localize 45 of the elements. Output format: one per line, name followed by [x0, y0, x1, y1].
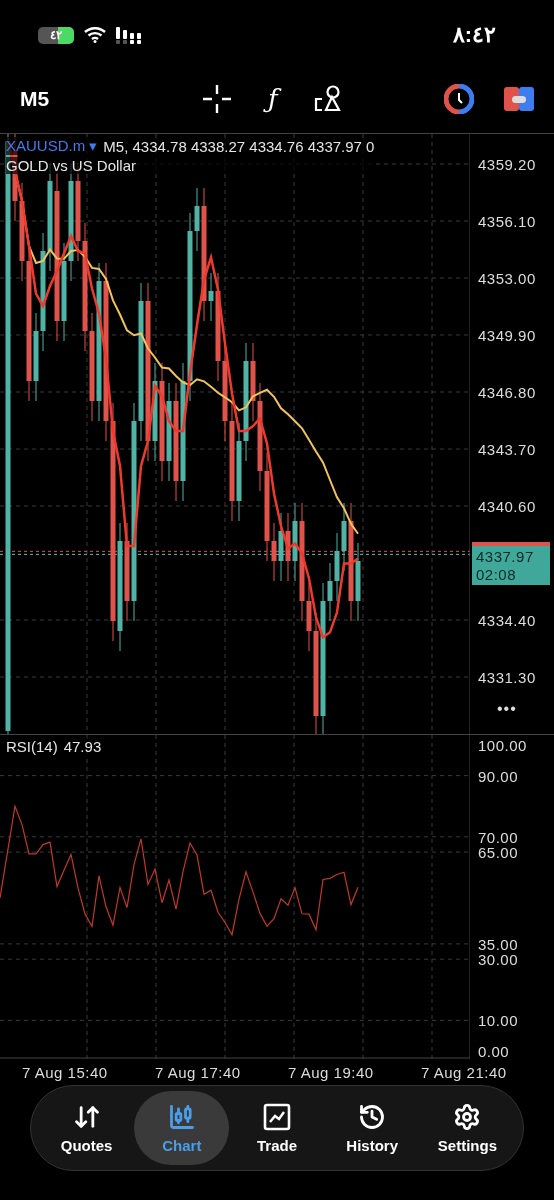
- clock-time: ٨:٤٢: [452, 22, 496, 48]
- time-axis-label: 7 Aug 19:40: [288, 1063, 375, 1081]
- tab-icon: [453, 1102, 482, 1131]
- price-axis-label: 4331.30: [478, 668, 536, 686]
- price-axis-label: 4334.40: [478, 611, 536, 629]
- time-axis-label: 7 Aug 15:40: [22, 1063, 109, 1081]
- signal-icon: [116, 26, 144, 44]
- time-axis-label: 7 Aug 17:40: [155, 1063, 242, 1081]
- timeframe-button[interactable]: M5: [20, 87, 202, 111]
- price-axis-label: 4353.00: [478, 269, 536, 287]
- price-axis-label: 4343.70: [478, 440, 536, 458]
- current-price-tag: 4337.97 02:08: [472, 542, 550, 586]
- rsi-axis-label: 65.00: [478, 843, 519, 861]
- rsi-axis-label: 30.00: [478, 950, 519, 968]
- rsi-axis-label: 70.00: [478, 828, 519, 846]
- symbol-selector[interactable]: XAUUSD.m ▾: [6, 137, 98, 155]
- price-axis-label: 4349.90: [478, 326, 536, 344]
- rsi-label: RSI(14): [6, 738, 58, 755]
- crosshair-icon[interactable]: [202, 84, 232, 114]
- toggle-icon[interactable]: [504, 87, 534, 111]
- rsi-axis-label: 35.00: [478, 935, 519, 953]
- wifi-icon: [84, 27, 106, 43]
- rsi-axis-label: 10.00: [478, 1011, 519, 1029]
- rsi-axis-label: 0.00: [478, 1042, 510, 1060]
- price-axis-label: 4359.20: [478, 155, 536, 173]
- nav-tab[interactable]: Chart: [134, 1091, 230, 1165]
- price-axis-label: 4356.10: [478, 212, 536, 230]
- nav-tab[interactable]: History: [324, 1091, 420, 1165]
- price-axis-label: 4346.80: [478, 383, 536, 401]
- tab-icon: [167, 1102, 196, 1131]
- price-axis-label: 4340.60: [478, 497, 536, 515]
- symbol-description: GOLD vs US Dollar: [6, 157, 375, 174]
- tab-icon: [358, 1102, 387, 1131]
- nav-tab[interactable]: Quotes: [39, 1091, 135, 1165]
- indicators-button[interactable]: ƒ: [262, 82, 284, 116]
- clock-icon[interactable]: [444, 84, 474, 114]
- nav-tab[interactable]: Settings: [419, 1091, 515, 1165]
- time-axis-label: 7 Aug 21:40: [421, 1063, 508, 1081]
- shapes-icon[interactable]: [313, 85, 342, 113]
- rsi-axis-label: 100.00: [478, 736, 527, 754]
- nav-tab[interactable]: Trade: [229, 1091, 325, 1165]
- rsi-value: 47.93: [63, 738, 102, 755]
- more-button[interactable]: •••: [497, 700, 517, 718]
- rsi-axis-label: 90.00: [478, 767, 519, 785]
- line-chart-icon: [263, 1102, 291, 1131]
